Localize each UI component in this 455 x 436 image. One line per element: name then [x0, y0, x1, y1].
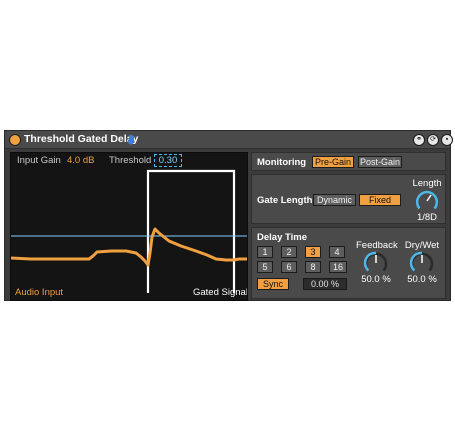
title-bar: Threshold Gated Delay ⚭ ⟳ ▪ [5, 131, 453, 149]
hot-swap-icon[interactable]: ⟳ [427, 134, 439, 146]
fixed-button[interactable]: Fixed [359, 194, 401, 206]
delay-time-16-button[interactable]: 16 [329, 261, 347, 273]
delay-time-2-button[interactable]: 2 [281, 246, 297, 258]
monitoring-label: Monitoring [257, 157, 307, 168]
gate-length-label: Gate Length [257, 195, 313, 206]
delay-time-label: Delay Time [257, 232, 307, 243]
monitoring-panel: Monitoring Pre-Gain Post-Gain [251, 152, 446, 171]
delay-time-5-button[interactable]: 5 [257, 261, 273, 273]
dry-wet-value: 50.0 % [407, 274, 437, 285]
length-knob-value: 1/8D [416, 212, 438, 223]
gate-scope-display[interactable]: Input Gain 4.0 dB Threshold 0.30 Audio I… [10, 152, 248, 301]
delay-panel: Delay Time 1 2 3 4 5 6 8 16 Sync 0.00 % … [251, 227, 446, 299]
device-power-toggle[interactable] [9, 134, 21, 146]
gated-signal-label: Gated Signal [193, 287, 248, 298]
dry-wet-knob[interactable] [409, 251, 435, 275]
sync-button[interactable]: Sync [257, 278, 289, 290]
delay-time-4-button[interactable]: 4 [329, 246, 345, 258]
gate-window-outline [146, 169, 236, 293]
feedback-label: Feedback [356, 240, 398, 251]
delay-offset-value: 0.00 % [310, 279, 340, 289]
pre-gain-button[interactable]: Pre-Gain [312, 156, 354, 168]
delay-offset-field[interactable]: 0.00 % [303, 278, 347, 290]
delay-time-3-button[interactable]: 3 [305, 246, 321, 258]
device-panel: Threshold Gated Delay ⚭ ⟳ ▪ Input Gain 4… [4, 130, 453, 301]
save-preset-icon[interactable]: ▪ [441, 134, 453, 146]
scope-waveform [11, 169, 247, 293]
delay-time-8-button[interactable]: 8 [305, 261, 321, 273]
device-title: Threshold Gated Delay [24, 133, 139, 145]
delay-time-1-button[interactable]: 1 [257, 246, 273, 258]
map-icon[interactable]: ⚭ [413, 134, 425, 146]
feedback-knob[interactable] [363, 251, 389, 275]
post-gain-button[interactable]: Post-Gain [358, 156, 402, 168]
gate-length-panel: Gate Length Dynamic Fixed Length 1/8D [251, 174, 446, 224]
hand-icon [127, 134, 134, 145]
length-knob[interactable] [414, 189, 440, 213]
audio-envelope [11, 227, 247, 267]
length-knob-label: Length [412, 178, 442, 189]
dry-wet-label: Dry/Wet [404, 240, 440, 251]
feedback-value: 50.0 % [361, 274, 391, 285]
delay-time-6-button[interactable]: 6 [281, 261, 297, 273]
dynamic-button[interactable]: Dynamic [313, 194, 356, 206]
audio-input-label: Audio Input [15, 287, 64, 298]
